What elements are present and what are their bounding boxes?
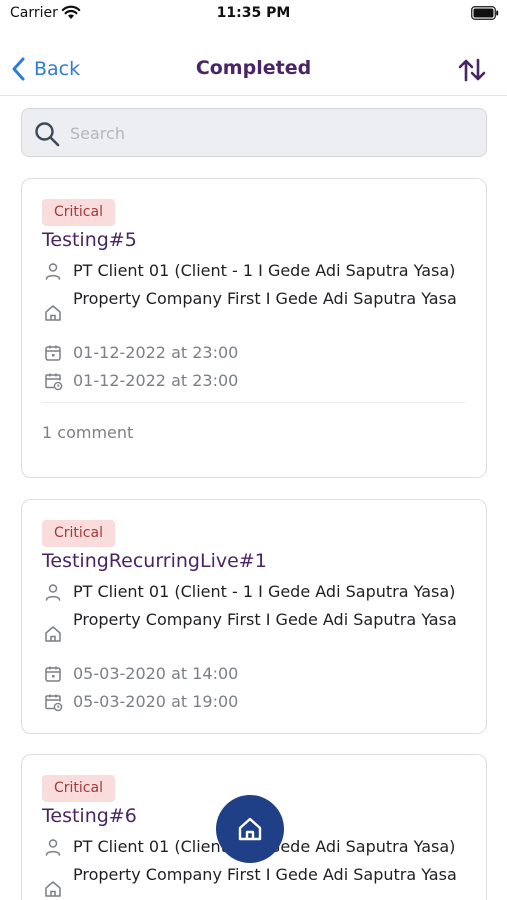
calendar-icon <box>45 666 61 682</box>
property-name: Property Company First I Gede Adi Saputr… <box>73 865 457 884</box>
start-date: 01-12-2022 at 23:00 <box>73 343 239 362</box>
page-title: Completed <box>195 57 312 79</box>
client-name: PT Client 01 (Client - 1 I Gede Adi Sapu… <box>73 582 456 601</box>
comment-count[interactable]: 1 comment <box>42 423 133 442</box>
status-time: 11:35 PM <box>216 5 291 21</box>
end-date: 01-12-2022 at 23:00 <box>73 371 239 390</box>
property-name: Property Company First I Gede Adi Saputr… <box>73 610 457 629</box>
home-icon <box>45 881 61 897</box>
client-name: PT Client 01 (Client - 1 I Gede Adi Sapu… <box>73 261 456 280</box>
task-card[interactable]: Critical Testing#5 PT Client 01 (Client … <box>21 178 487 478</box>
calendar-clock-icon <box>45 694 63 712</box>
priority-badge: Critical <box>42 199 115 226</box>
task-title: Testing#6 <box>42 805 137 827</box>
search-input[interactable] <box>70 119 470 147</box>
home-icon <box>45 305 61 321</box>
home-icon <box>238 817 262 841</box>
task-title: TestingRecurringLive#1 <box>42 550 267 572</box>
task-card[interactable]: Critical TestingRecurringLive#1 PT Clien… <box>21 499 487 734</box>
user-icon <box>45 839 61 856</box>
priority-badge: Critical <box>42 520 115 547</box>
sort-arrows-icon[interactable] <box>457 56 487 84</box>
priority-badge: Critical <box>42 775 115 802</box>
start-date: 05-03-2020 at 14:00 <box>73 664 239 683</box>
end-date: 05-03-2020 at 19:00 <box>73 692 239 711</box>
status-bar: Carrier 11:35 PM <box>0 0 507 30</box>
battery-icon <box>471 6 499 20</box>
home-fab-button[interactable] <box>216 795 284 863</box>
card-divider <box>42 402 466 403</box>
user-icon <box>45 263 61 280</box>
navigation-bar: Back Completed <box>0 40 507 96</box>
search-icon <box>35 122 60 147</box>
home-icon <box>45 626 61 642</box>
task-title: Testing#5 <box>42 229 137 251</box>
property-name: Property Company First I Gede Adi Saputr… <box>73 289 457 308</box>
calendar-clock-icon <box>45 373 63 391</box>
calendar-icon <box>45 345 61 361</box>
search-bar[interactable] <box>21 108 487 157</box>
user-icon <box>45 584 61 601</box>
